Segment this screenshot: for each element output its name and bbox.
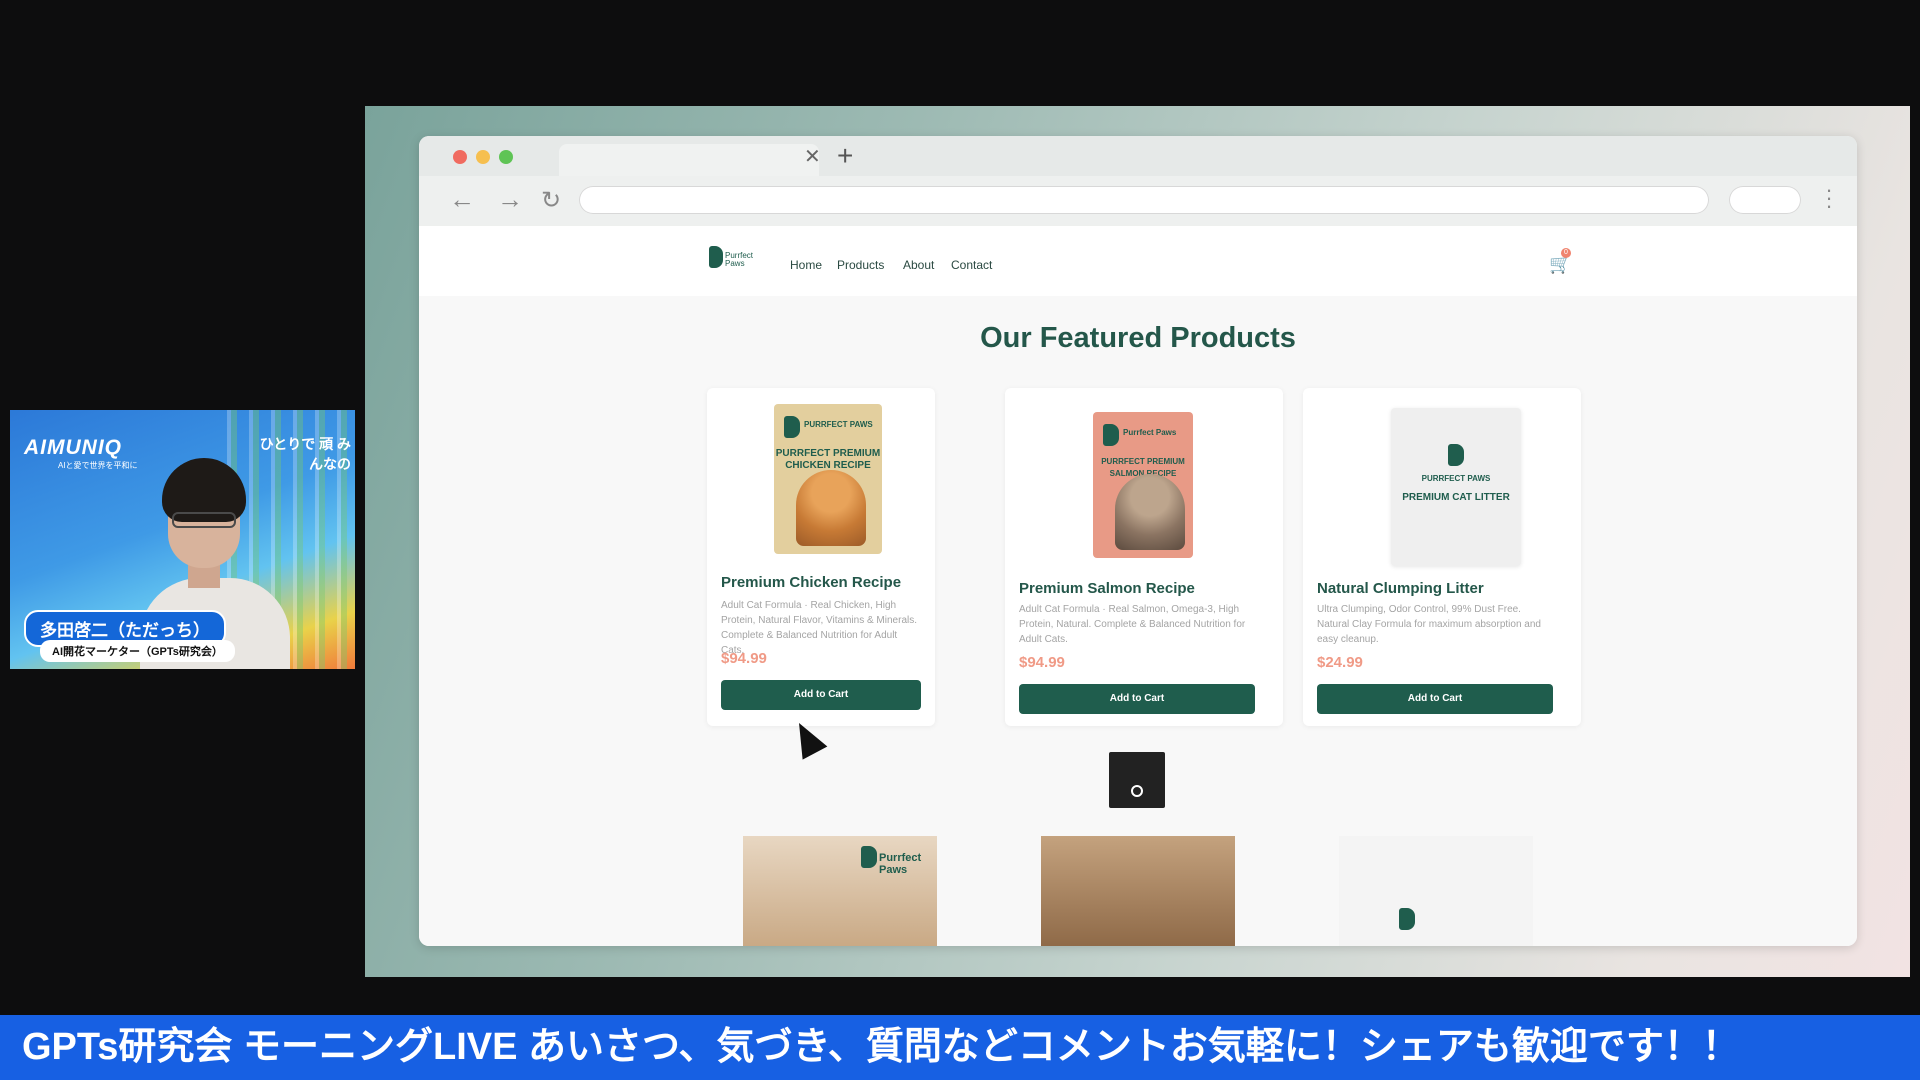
bag-brand: PURRFECT PAWS — [1421, 474, 1491, 483]
product-card: Purrfect Paws PURRFECT PREMIUM SALMON RE… — [1005, 388, 1283, 726]
cat-image — [796, 470, 866, 546]
browser-window: ✕ + ← → ↻ · · · Purrfect Paws Home Product… — [419, 136, 1857, 946]
product-thumbnail — [1041, 836, 1235, 946]
window-minimize-button[interactable] — [476, 150, 490, 164]
presenter-role: AI開花マーケター（GPTs研究会） — [40, 640, 235, 662]
address-bar[interactable] — [579, 186, 1709, 214]
browser-tab[interactable] — [559, 144, 819, 176]
browser-toolbar: ← → ↻ · · · — [419, 176, 1857, 227]
product-card: PURRFECT PAWS PREMIUM CAT LITTER Natural… — [1303, 388, 1581, 726]
browser-menu-icon[interactable]: · · · — [1824, 179, 1834, 217]
product-card: PURRFECT PAWS PURRFECT PREMIUM CHICKEN R… — [707, 388, 935, 726]
product-description: Adult Cat Formula · Real Chicken, High P… — [721, 600, 918, 656]
bag-label: PREMIUM CAT LITTER — [1402, 492, 1510, 503]
thumb-logo-icon — [861, 846, 877, 868]
nav-products[interactable]: Products — [837, 258, 884, 272]
nav-home[interactable]: Home — [790, 258, 822, 272]
product-price: $24.99 — [1317, 654, 1363, 671]
reload-icon[interactable]: ↻ — [541, 186, 561, 215]
tab-close-icon[interactable]: ✕ — [804, 144, 821, 169]
back-arrow-icon[interactable]: ← — [449, 184, 475, 215]
screen-share: ✕ + ← → ↻ · · · Purrfect Paws Home Product… — [365, 106, 1910, 977]
bag-logo-icon — [784, 416, 800, 438]
browser-tab-strip: ✕ + — [419, 136, 1857, 176]
product-description: Ultra Clumping, Odor Control, 99% Dust F… — [1317, 604, 1541, 645]
logo-text: Purrfect Paws — [725, 251, 754, 268]
product-title: Natural Clumping Litter — [1317, 580, 1484, 597]
featured-section: Our Featured Products PURRFECT PAWS PURR… — [419, 296, 1857, 946]
product-thumbnail — [1339, 836, 1533, 946]
add-to-cart-button[interactable]: Add to Cart — [1019, 684, 1255, 714]
record-indicator-icon — [1131, 785, 1143, 797]
bag-logo-icon — [1103, 424, 1119, 446]
cart-count-badge: 0 — [1561, 248, 1571, 258]
window-maximize-button[interactable] — [499, 150, 513, 164]
add-to-cart-button[interactable]: Add to Cart — [1317, 684, 1553, 714]
product-description: Adult Cat Formula · Real Salmon, Omega-3… — [1019, 604, 1246, 645]
product-title: Premium Salmon Recipe — [1019, 580, 1195, 597]
new-tab-icon[interactable]: + — [837, 140, 853, 172]
product-image: PURRFECT PAWS PREMIUM CAT LITTER — [1391, 408, 1521, 566]
product-image: Purrfect Paws PURRFECT PREMIUM SALMON RE… — [1093, 412, 1193, 558]
forward-arrow-icon[interactable]: → — [497, 184, 523, 215]
paw-logo-icon — [709, 246, 723, 268]
product-image: PURRFECT PAWS PURRFECT PREMIUM CHICKEN R… — [774, 404, 882, 554]
product-price: $94.99 — [1019, 654, 1065, 671]
cat-image — [1115, 474, 1185, 550]
site-header: Purrfect Paws Home Products About Contac… — [419, 226, 1857, 296]
live-ticker: GPTs研究会 モーニングLIVE あいさつ、気づき、質問などコメントお気軽に！… — [0, 1015, 1920, 1080]
video-control-overlay[interactable] — [1109, 752, 1165, 808]
bag-brand: Purrfect Paws — [1123, 428, 1177, 437]
bag-label: PURRFECT PREMIUM CHICKEN RECIPE — [775, 448, 881, 471]
bag-brand: PURRFECT PAWS — [804, 420, 873, 429]
nav-contact[interactable]: Contact — [951, 258, 992, 272]
window-close-button[interactable] — [453, 150, 467, 164]
section-heading: Our Featured Products — [980, 322, 1296, 354]
product-title: Premium Chicken Recipe — [721, 574, 902, 591]
channel-brand: AIMUNIQ — [24, 436, 122, 459]
nav-about[interactable]: About — [903, 258, 934, 272]
add-to-cart-button[interactable]: Add to Cart — [721, 680, 921, 710]
product-price: $94.99 — [721, 650, 767, 667]
site-logo[interactable]: Purrfect Paws — [709, 246, 759, 276]
thumb-logo-icon — [1399, 908, 1415, 930]
channel-brand-sub: AIと愛で世界を平和に — [58, 461, 138, 470]
toolbar-pill-button[interactable] — [1729, 186, 1801, 214]
product-thumbnail: Purrfect Paws — [743, 836, 937, 946]
thumb-brand: Purrfect Paws — [879, 852, 922, 876]
bag-logo-icon — [1448, 444, 1464, 466]
presenter-video: AIMUNIQ AIと愛で世界を平和に ひとりで 頑 みんなの 多田啓二（ただっ… — [10, 410, 355, 669]
